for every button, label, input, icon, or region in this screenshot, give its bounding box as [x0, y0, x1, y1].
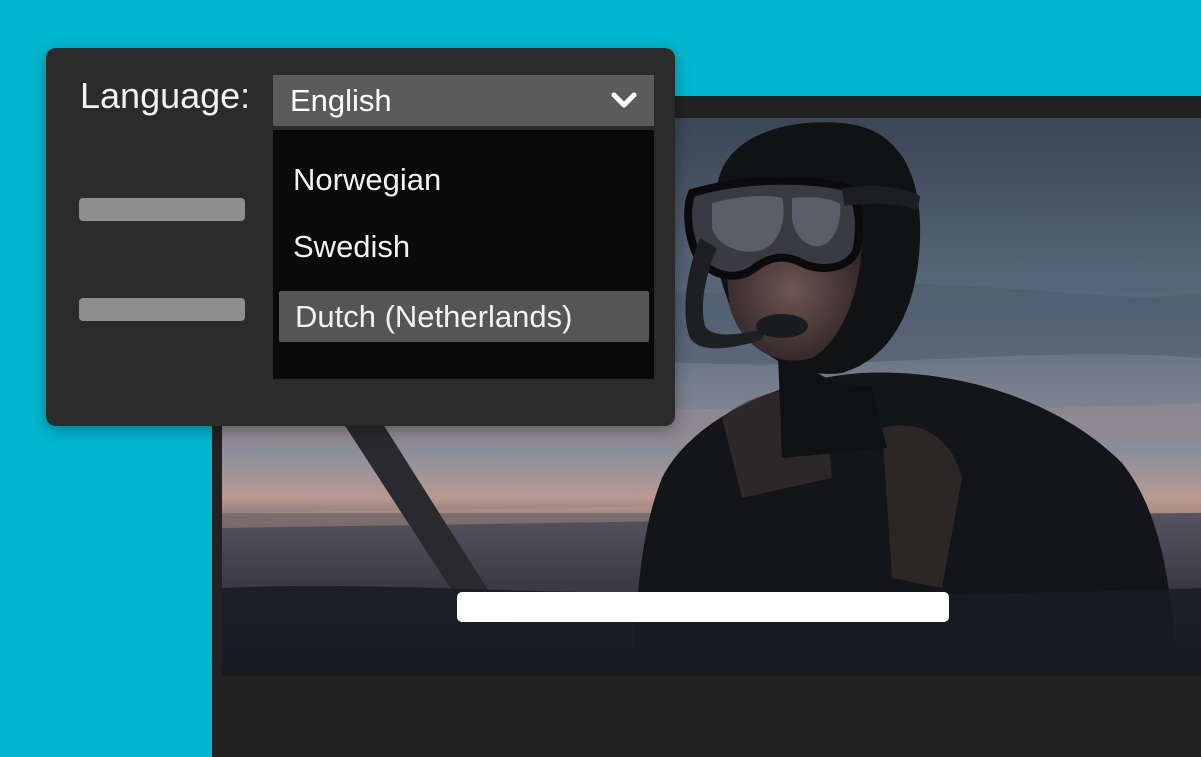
caption-bar — [457, 592, 949, 622]
language-settings-panel: Language: English Norwegian Swedish Dutc… — [46, 48, 675, 426]
language-option-swedish[interactable]: Swedish — [279, 221, 649, 272]
language-option-dutch[interactable]: Dutch (Netherlands) — [279, 291, 649, 342]
language-label: Language: — [80, 75, 251, 116]
language-option-norwegian[interactable]: Norwegian — [279, 154, 649, 205]
language-select-value: English — [290, 83, 392, 118]
placeholder-setting-bar — [79, 298, 245, 321]
chevron-down-icon — [611, 92, 637, 108]
language-select[interactable]: English — [273, 75, 654, 126]
language-dropdown-list: Norwegian Swedish Dutch (Netherlands) — [273, 130, 654, 379]
placeholder-setting-bar — [79, 198, 245, 221]
